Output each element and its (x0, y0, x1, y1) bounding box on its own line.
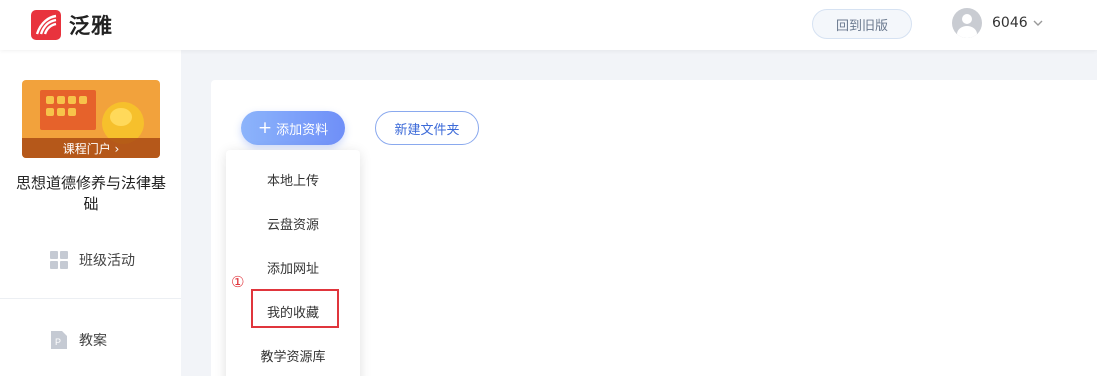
document-icon: P (51, 331, 67, 349)
cover-illustration (40, 90, 96, 130)
left-sidebar: 课程门户 › 思想道德修养与法律基础 班级活动 P 教案 (0, 50, 181, 376)
user-menu[interactable]: 6046 (952, 8, 1044, 38)
username: 6046 (992, 15, 1028, 31)
app-logo[interactable]: 泛雅 (31, 10, 113, 40)
sidebar-item-class-activities[interactable]: 班级活动 (50, 250, 135, 270)
grid-icon (50, 251, 68, 269)
menu-item-local-upload[interactable]: 本地上传 (226, 170, 360, 189)
new-folder-button[interactable]: 新建文件夹 (375, 111, 479, 145)
menu-item-teaching-resource-library[interactable]: 教学资源库 (226, 346, 360, 365)
svg-text:P: P (55, 337, 61, 347)
highlight-box (251, 289, 339, 328)
top-bar: 泛雅 回到旧版 6046 (0, 0, 1097, 50)
back-to-old-version-button[interactable]: 回到旧版 (812, 9, 912, 39)
avatar (952, 8, 982, 38)
add-material-label: 添加资料 (276, 122, 329, 138)
menu-item-add-url[interactable]: 添加网址 (226, 258, 360, 277)
step-marker: ① (231, 273, 245, 291)
course-portal-link[interactable]: 课程门户 › (22, 138, 160, 158)
sidebar-divider (0, 298, 181, 299)
brand-name: 泛雅 (69, 14, 113, 38)
sidebar-item-label: 教案 (79, 333, 107, 349)
plus-icon: + (257, 117, 273, 138)
sidebar-item-label: 班级活动 (79, 253, 135, 269)
chevron-down-icon (1033, 20, 1043, 26)
add-material-button[interactable]: + 添加资料 (241, 111, 345, 145)
add-material-dropdown: 本地上传 云盘资源 添加网址 我的收藏 教学资源库 (226, 150, 360, 376)
sidebar-item-lesson-plan[interactable]: P 教案 (50, 330, 107, 350)
course-cover[interactable]: 课程门户 › (22, 80, 160, 158)
brand-logo-icon (31, 10, 61, 40)
course-title: 思想道德修养与法律基础 (15, 174, 166, 213)
menu-item-cloud-resources[interactable]: 云盘资源 (226, 214, 360, 233)
